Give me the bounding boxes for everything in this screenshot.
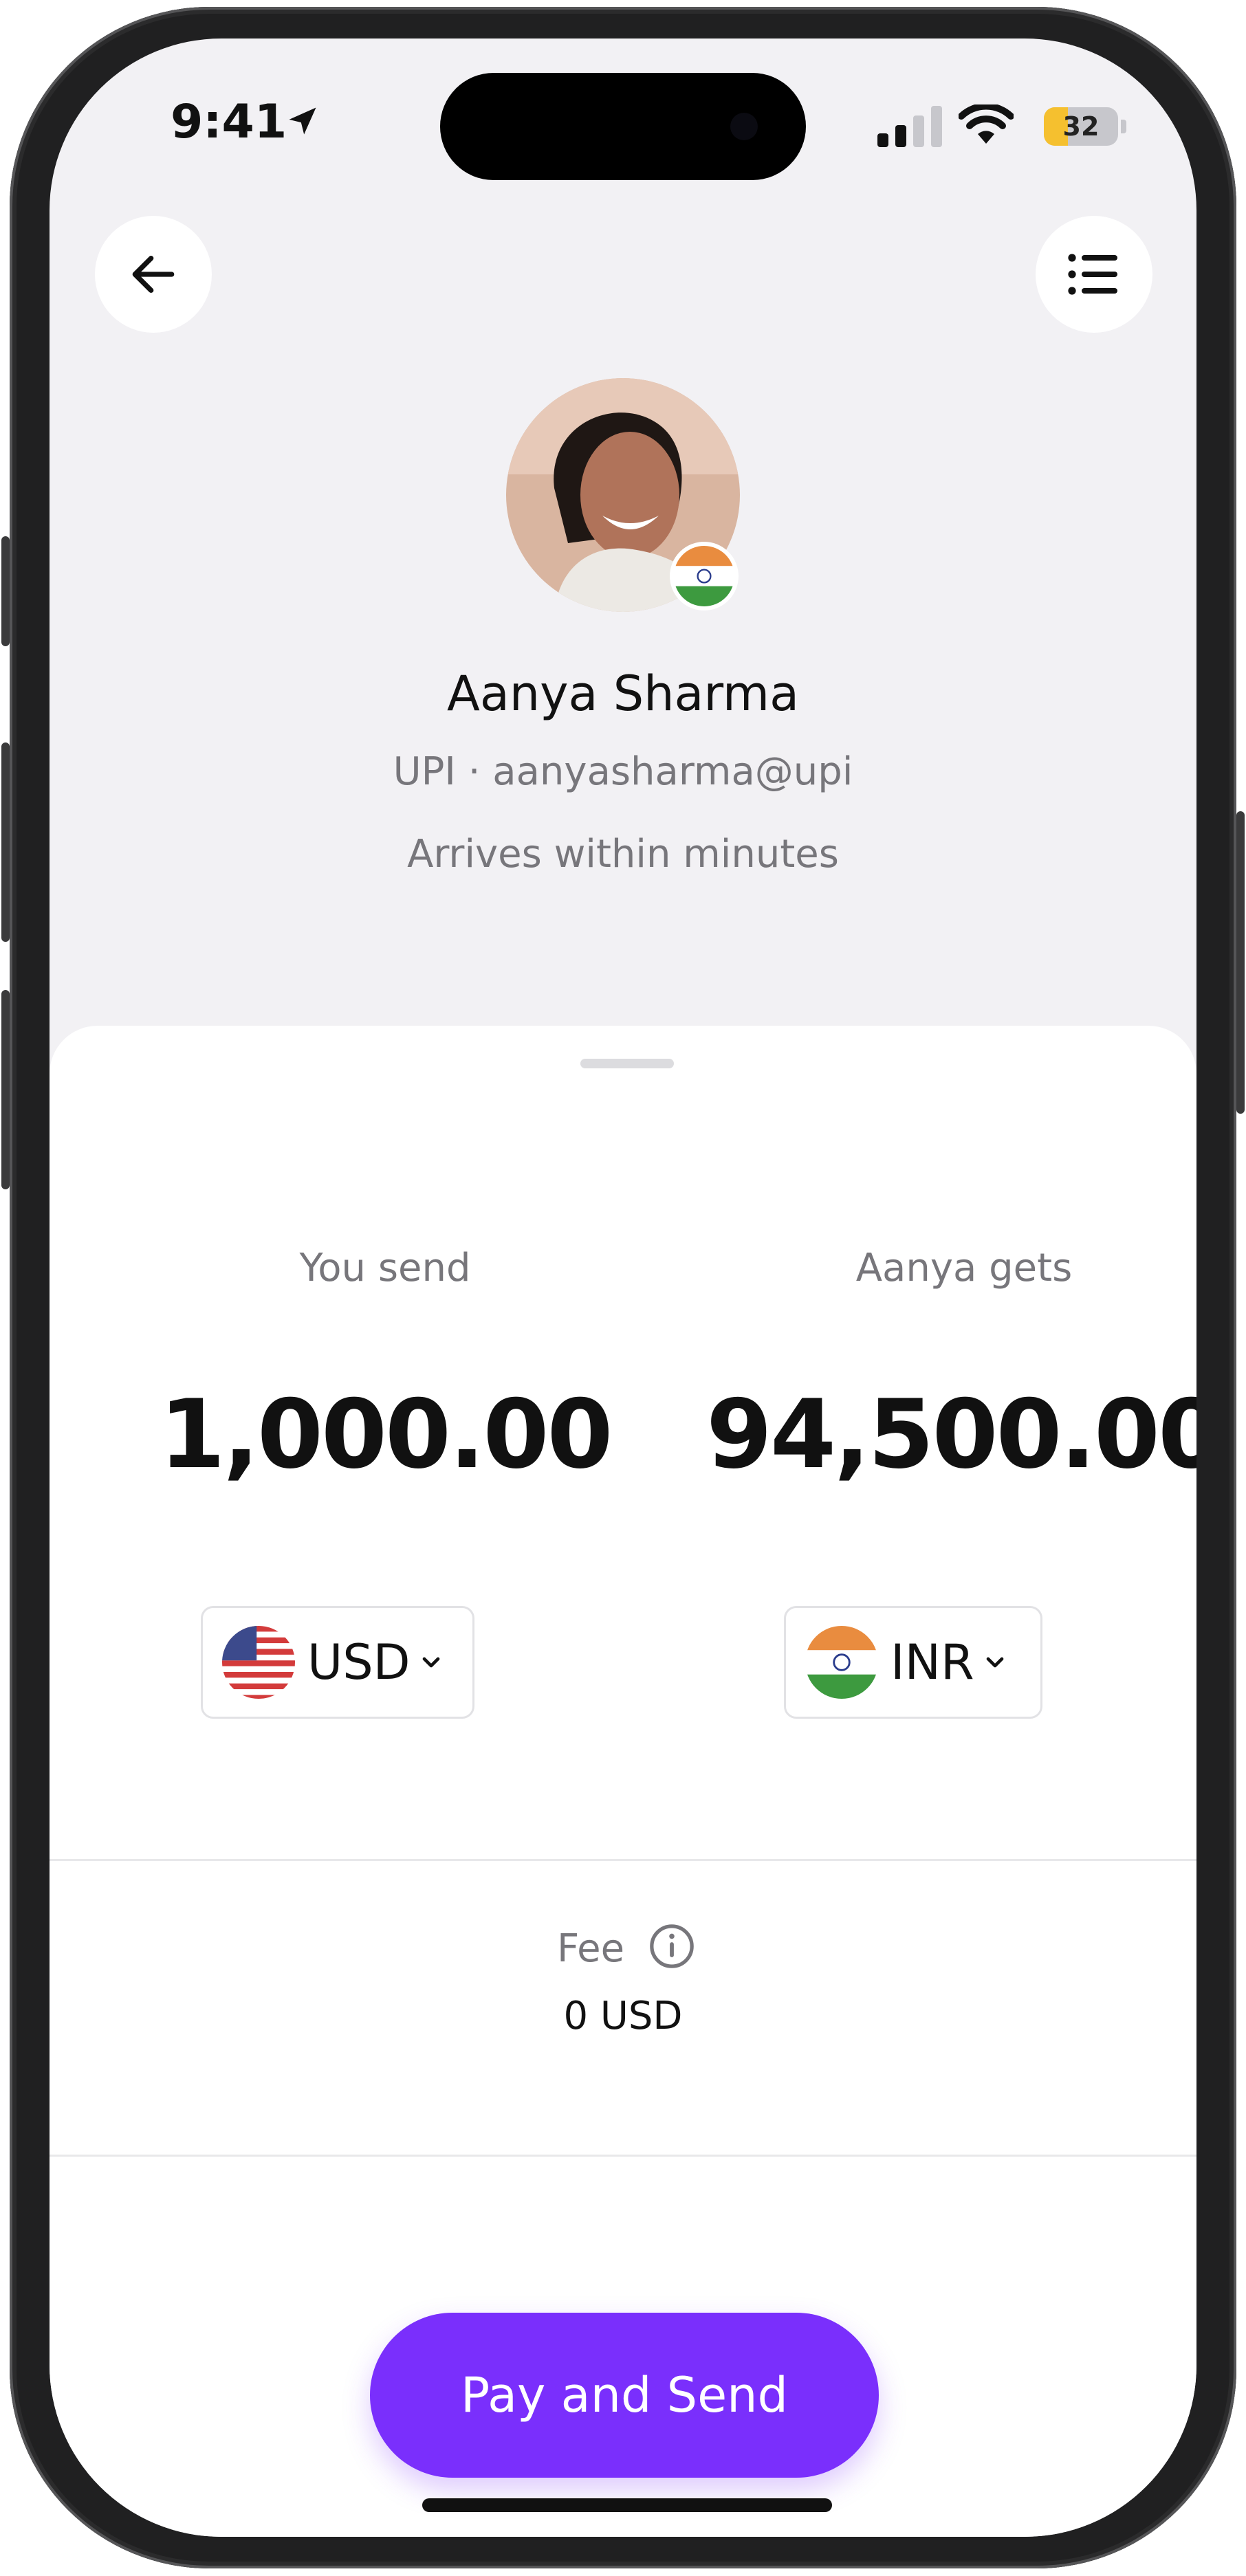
back-button[interactable] xyxy=(95,216,212,333)
phone-power-button xyxy=(1236,811,1245,1114)
wifi-icon xyxy=(959,104,1014,144)
dynamic-island xyxy=(440,73,806,180)
receive-currency-select[interactable]: INR xyxy=(784,1606,1042,1719)
arrow-left-icon xyxy=(132,256,175,293)
list-icon xyxy=(1068,254,1117,295)
camera-icon xyxy=(730,113,758,140)
transactions-menu-button[interactable] xyxy=(1036,216,1152,333)
info-icon[interactable] xyxy=(648,1922,696,1970)
receive-currency-code: INR xyxy=(890,1634,974,1691)
send-currency-select[interactable]: USD xyxy=(201,1606,474,1719)
cellular-signal-icon xyxy=(877,106,942,147)
usa-flag-icon xyxy=(222,1626,295,1699)
home-indicator[interactable] xyxy=(422,2498,832,2512)
battery-tip xyxy=(1121,120,1126,133)
send-amount-input[interactable]: 1,000.00 xyxy=(110,1379,660,1490)
divider xyxy=(50,2155,1196,2157)
arrival-estimate: Arrives within minutes xyxy=(407,832,839,877)
phone-volume-down xyxy=(1,990,10,1189)
screen: 9:41 32 Aanya Sharma UPI · aanyasharma@u… xyxy=(50,38,1196,2537)
recipient-name: Aanya Sharma xyxy=(446,665,800,722)
phone-volume-up xyxy=(1,742,10,942)
location-arrow-icon xyxy=(289,107,316,135)
battery-icon: 32 xyxy=(1044,107,1118,146)
sheet-handle[interactable] xyxy=(580,1059,674,1068)
transfer-sheet: You send 1,000.00 USD Aanya gets 94,500.… xyxy=(50,1026,1196,2537)
phone-action-button xyxy=(1,536,10,646)
status-time: 9:41 xyxy=(171,95,287,149)
pay-and-send-button[interactable]: Pay and Send xyxy=(370,2313,879,2478)
send-label: You send xyxy=(299,1246,471,1290)
battery-level: 32 xyxy=(1062,111,1100,142)
chevron-down-icon xyxy=(422,1657,439,1668)
india-flag-icon xyxy=(670,542,739,610)
chevron-down-icon xyxy=(986,1657,1003,1668)
divider xyxy=(50,1859,1196,1861)
fee-value: 0 USD xyxy=(563,1994,683,2038)
india-flag-icon xyxy=(805,1626,878,1699)
recipient-upi: UPI · aanyasharma@upi xyxy=(393,749,853,794)
receive-amount: 94,500.00 xyxy=(706,1379,1196,1490)
send-currency-code: USD xyxy=(307,1634,411,1691)
receive-label: Aanya gets xyxy=(855,1246,1073,1290)
fee-label: Fee xyxy=(557,1926,625,1971)
